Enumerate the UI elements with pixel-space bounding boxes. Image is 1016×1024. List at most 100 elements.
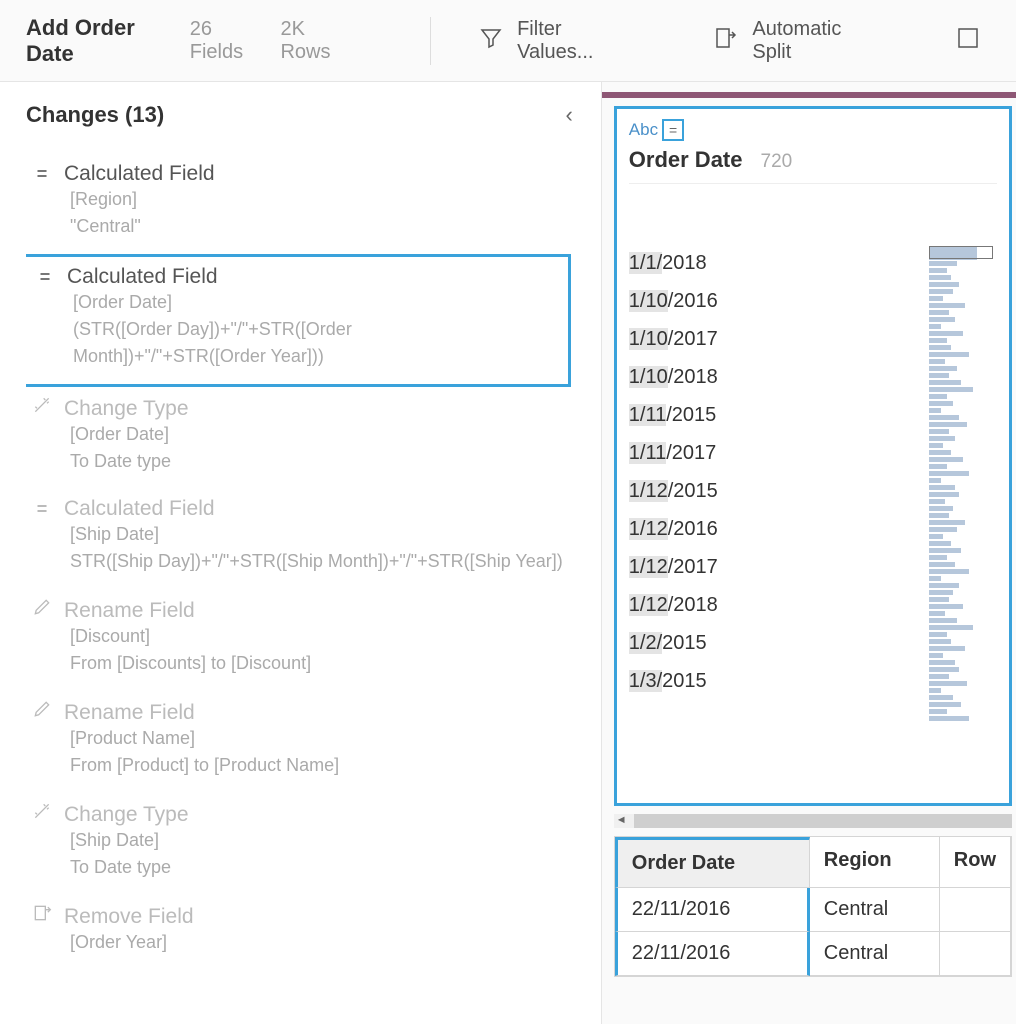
histogram-bar[interactable] [929, 597, 997, 602]
histogram-bar[interactable] [929, 261, 997, 266]
profile-card[interactable]: Abc = Order Date 720 1/1/20181/10/20161/… [614, 106, 1012, 806]
histogram-bar[interactable] [929, 429, 997, 434]
changes-list[interactable]: = Calculated Field [Region]"Central" = C… [26, 154, 601, 1024]
value-bin[interactable]: 1/12/2017 [629, 548, 718, 586]
histogram-bar[interactable] [929, 338, 997, 343]
horizontal-scrollbar[interactable]: ◄ [614, 814, 1012, 828]
histogram-bar[interactable] [929, 317, 997, 322]
histogram-bar[interactable] [929, 590, 997, 595]
histogram-bar[interactable] [929, 499, 997, 504]
change-item[interactable]: Change Type [Ship Date]To Date type [26, 793, 595, 895]
histogram-bar[interactable] [929, 331, 997, 336]
histogram-bar[interactable] [929, 492, 997, 497]
value-bin[interactable]: 1/12/2015 [629, 472, 718, 510]
histogram-bar[interactable] [929, 436, 997, 441]
change-item[interactable]: Change Type [Order Date]To Date type [26, 387, 595, 489]
histogram-bar[interactable] [929, 611, 997, 616]
table-row[interactable]: 22/11/2016 Central [615, 932, 1011, 976]
column-header-region[interactable]: Region [810, 837, 940, 888]
histogram-bar[interactable] [929, 625, 997, 630]
value-bin[interactable]: 1/2/2015 [629, 624, 718, 662]
histogram-bar[interactable] [929, 422, 997, 427]
histogram-bar[interactable] [929, 639, 997, 644]
change-item[interactable]: Rename Field [Discount]From [Discounts] … [26, 589, 595, 691]
histogram-bar[interactable] [929, 471, 997, 476]
histogram-bar[interactable] [929, 702, 997, 707]
histogram-bars[interactable] [929, 244, 997, 723]
histogram-bar[interactable] [929, 296, 997, 301]
histogram-bar[interactable] [929, 569, 997, 574]
histogram-bar[interactable] [929, 660, 997, 665]
histogram-bar[interactable] [929, 583, 997, 588]
histogram-bar[interactable] [929, 681, 997, 686]
histogram-bar[interactable] [929, 324, 997, 329]
value-bin[interactable]: 1/10/2017 [629, 320, 718, 358]
histogram-bar[interactable] [929, 632, 997, 637]
histogram-bar[interactable] [929, 709, 997, 714]
histogram-bar[interactable] [929, 555, 997, 560]
histogram-bar[interactable] [929, 457, 997, 462]
value-bins[interactable]: 1/1/20181/10/20161/10/20171/10/20181/11/… [629, 244, 718, 723]
value-bin[interactable]: 1/1/2018 [629, 244, 718, 282]
value-bin[interactable]: 1/10/2018 [629, 358, 718, 396]
histogram-bar[interactable] [929, 380, 997, 385]
histogram-bar[interactable] [929, 366, 997, 371]
histogram-bar[interactable] [929, 513, 997, 518]
histogram-bar[interactable] [929, 387, 997, 392]
histogram-bar[interactable] [929, 674, 997, 679]
histogram-bar[interactable] [929, 604, 997, 609]
histogram-bar[interactable] [929, 246, 997, 260]
histogram-bar[interactable] [929, 450, 997, 455]
histogram-bar[interactable] [929, 653, 997, 658]
histogram-bar[interactable] [929, 716, 997, 721]
histogram-bar[interactable] [929, 548, 997, 553]
histogram-bar[interactable] [929, 352, 997, 357]
histogram-bar[interactable] [929, 520, 997, 525]
data-grid[interactable]: Order Date Region Row 22/11/2016 Central… [614, 836, 1012, 977]
histogram-bar[interactable] [929, 478, 997, 483]
change-item[interactable]: Remove Field [Order Year] [26, 895, 595, 970]
histogram-bar[interactable] [929, 485, 997, 490]
histogram-bar[interactable] [929, 359, 997, 364]
filter-values-button[interactable]: Filter Values... [469, 12, 636, 70]
histogram-bar[interactable] [929, 303, 997, 308]
histogram-bar[interactable] [929, 464, 997, 469]
histogram-bar[interactable] [929, 576, 997, 581]
column-header-row[interactable]: Row [940, 837, 1011, 888]
histogram-bar[interactable] [929, 646, 997, 651]
histogram-bar[interactable] [929, 401, 997, 406]
histogram-bar[interactable] [929, 618, 997, 623]
change-item[interactable]: = Calculated Field [Region]"Central" [26, 154, 595, 254]
histogram-bar[interactable] [929, 695, 997, 700]
histogram-bar[interactable] [929, 527, 997, 532]
value-bin[interactable]: 1/11/2015 [629, 396, 718, 434]
collapse-changes-button[interactable]: ‹ [565, 102, 572, 128]
datatype-abc-badge[interactable]: Abc [629, 120, 658, 140]
histogram-bar[interactable] [929, 345, 997, 350]
histogram-bar[interactable] [929, 408, 997, 413]
histogram-bar[interactable] [929, 534, 997, 539]
value-bin[interactable]: 1/11/2017 [629, 434, 718, 472]
histogram-bar[interactable] [929, 667, 997, 672]
histogram-bar[interactable] [929, 282, 997, 287]
histogram-bar[interactable] [929, 562, 997, 567]
histogram-bar[interactable] [929, 394, 997, 399]
histogram-bar[interactable] [929, 275, 997, 280]
change-item[interactable]: = Calculated Field [Order Date](STR([Ord… [26, 254, 571, 387]
toolbar-more-button[interactable] [946, 20, 990, 62]
histogram-bar[interactable] [929, 310, 997, 315]
histogram-bar[interactable] [929, 541, 997, 546]
value-bin[interactable]: 1/10/2016 [629, 282, 718, 320]
histogram-bar[interactable] [929, 506, 997, 511]
histogram-bar[interactable] [929, 688, 997, 693]
histogram-bar[interactable] [929, 415, 997, 420]
histogram-bar[interactable] [929, 268, 997, 273]
automatic-split-button[interactable]: Automatic Split [704, 12, 878, 70]
value-bin[interactable]: 1/12/2018 [629, 586, 718, 624]
scrollbar-thumb[interactable] [634, 814, 1012, 828]
column-header-order-date[interactable]: Order Date [615, 837, 810, 888]
change-item[interactable]: = Calculated Field [Ship Date]STR([Ship … [26, 489, 595, 589]
histogram-bar[interactable] [929, 373, 997, 378]
table-row[interactable]: 22/11/2016 Central [615, 888, 1011, 932]
histogram-bar[interactable] [929, 443, 997, 448]
